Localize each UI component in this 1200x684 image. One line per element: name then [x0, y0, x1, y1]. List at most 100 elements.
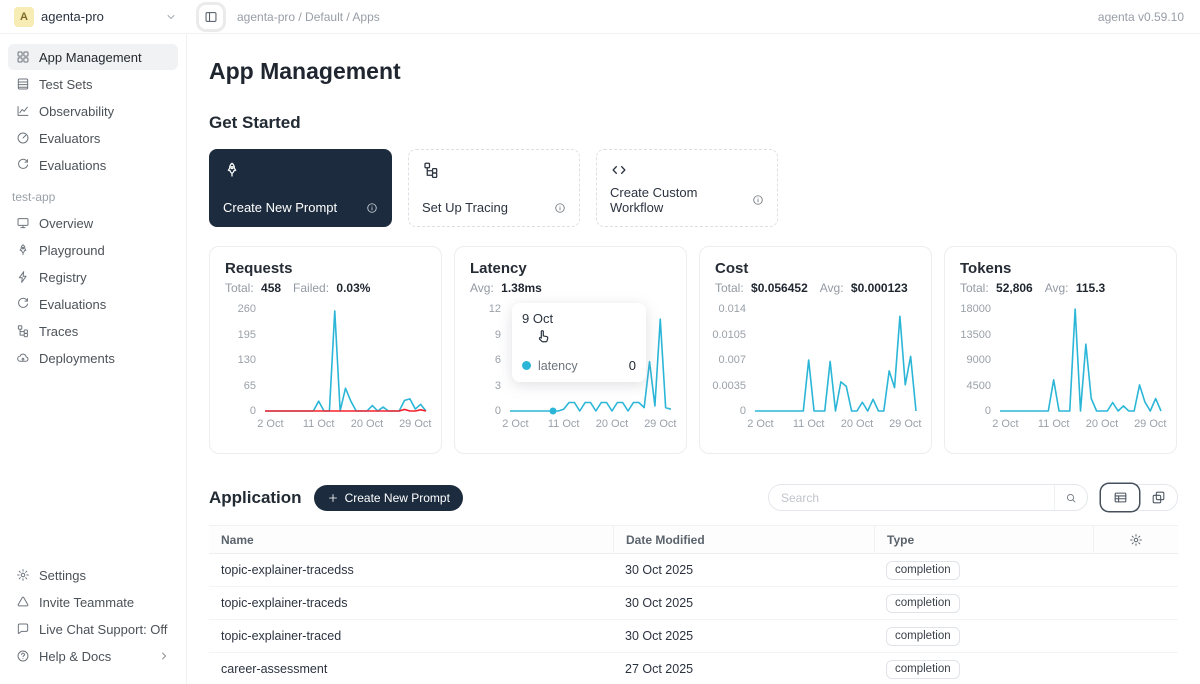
sidebar-item-label: Help & Docs [39, 649, 111, 664]
chart-marker-dot [549, 408, 556, 415]
tree-icon [16, 324, 30, 338]
get-started-card-create-new-prompt[interactable]: Create New Prompt [209, 149, 392, 227]
card-view-icon [1151, 490, 1166, 505]
chart-plot-latency[interactable]: 9 Octlatency0 [510, 309, 671, 411]
chart-stat: Total: $0.056452 [715, 281, 808, 295]
tooltip-date: 9 Oct [522, 311, 636, 326]
table-settings-button[interactable] [1129, 533, 1143, 547]
type-badge: completion [886, 561, 960, 580]
chart-stats: Total: 52,806 Avg: 115.3 [960, 281, 1161, 295]
sidebar-item-registry[interactable]: Registry [8, 264, 178, 290]
column-header-name[interactable]: Name [209, 526, 613, 553]
get-started-card-set-up-tracing[interactable]: Set Up Tracing [408, 149, 580, 227]
type-cell: completion [874, 660, 1093, 679]
sidebar-item-label: Live Chat Support: Off [39, 622, 167, 637]
sidebar-item-label: App Management [39, 50, 142, 65]
sidebar-item-evaluations[interactable]: Evaluations [8, 152, 178, 178]
sidebar-item-settings[interactable]: Settings [8, 562, 178, 588]
applications-table: Name Date Modified Type topic-explainer-… [209, 525, 1178, 684]
column-header-actions [1093, 526, 1178, 553]
search-button[interactable] [1054, 485, 1087, 510]
application-header: Application Create New Prompt [209, 484, 1178, 511]
gear-icon [16, 568, 30, 582]
sidebar-item-overview[interactable]: Overview [8, 210, 178, 236]
sidebar-item-label: Evaluations [39, 158, 106, 173]
refresh-icon [16, 158, 30, 172]
y-axis-labels: 00.00350.0070.01050.014 [715, 309, 755, 411]
get-started-cards: Create New PromptSet Up Tracing Create Cu… [209, 149, 1178, 227]
sidebar-item-app-management[interactable]: App Management [8, 44, 178, 70]
sidebar-item-invite-teammate[interactable]: Invite Teammate [8, 589, 178, 615]
sidebar-item-evaluators[interactable]: Evaluators [8, 125, 178, 151]
app-name-cell: topic-explainer-traced [209, 629, 613, 643]
metrics-row: RequestsTotal: 458Failed: 0.03%065130195… [209, 246, 1178, 454]
app-name-cell: topic-explainer-tracedss [209, 563, 613, 577]
create-new-prompt-label: Create New Prompt [345, 491, 450, 505]
search-input[interactable] [781, 491, 1054, 505]
sidebar-item-label: Deployments [39, 351, 115, 366]
sidebar-section-label: test-app [12, 190, 174, 204]
column-header-date-modified[interactable]: Date Modified [613, 526, 874, 553]
metric-card-tokens: TokensTotal: 52,806Avg: 115.304500900013… [944, 246, 1177, 454]
sidebar-toggle-button[interactable] [199, 5, 223, 29]
gauge-icon [16, 131, 30, 145]
sidebar-item-label: Invite Teammate [39, 595, 134, 610]
y-axis-labels: 065130195260 [225, 309, 265, 411]
chart-plot-tokens[interactable] [1000, 309, 1161, 411]
sidebar-item-observability[interactable]: Observability [8, 98, 178, 124]
chart-stats: Total: $0.056452Avg: $0.000123 [715, 281, 916, 295]
x-axis-labels: 2 Oct11 Oct20 Oct29 Oct [755, 418, 916, 432]
sidebar-item-deployments[interactable]: Deployments [8, 345, 178, 371]
breadcrumb[interactable]: agenta-pro / Default / Apps [237, 10, 380, 24]
x-axis-labels: 2 Oct11 Oct20 Oct29 Oct [510, 418, 671, 432]
table-row[interactable]: career-assessment27 Oct 2025completion [209, 653, 1178, 684]
info-icon[interactable] [752, 194, 764, 206]
column-header-type[interactable]: Type [874, 526, 1093, 553]
main-content: App Management Get Started Create New Pr… [187, 34, 1200, 684]
chat-icon [16, 622, 30, 636]
sidebar-item-evaluations[interactable]: Evaluations [8, 291, 178, 317]
create-new-prompt-button[interactable]: Create New Prompt [314, 485, 463, 511]
table-row[interactable]: topic-explainer-traceds30 Oct 2025comple… [209, 587, 1178, 620]
type-badge: completion [886, 594, 960, 613]
type-badge: completion [886, 660, 960, 679]
chevron-right-icon [158, 650, 170, 662]
chart-title: Latency [470, 260, 671, 277]
chart-plot-cost[interactable] [755, 309, 916, 411]
help-icon [16, 649, 30, 663]
sidebar-item-label: Settings [39, 568, 86, 583]
table-view-button[interactable] [1101, 484, 1139, 511]
sidebar-item-label: Observability [39, 104, 114, 119]
app-name-cell: career-assessment [209, 662, 613, 676]
sidebar-item-playground[interactable]: Playground [8, 237, 178, 263]
table-row[interactable]: topic-explainer-tracedss30 Oct 2025compl… [209, 554, 1178, 587]
info-icon[interactable] [554, 202, 566, 214]
sidebar-item-label: Registry [39, 270, 87, 285]
y-axis-labels: 0450090001350018000 [960, 309, 1000, 411]
rocket-icon [223, 161, 378, 179]
get-started-card-create-custom-workflow[interactable]: Create Custom Workflow [596, 149, 778, 227]
view-toggle [1100, 484, 1178, 511]
chart-plot-requests[interactable] [265, 309, 426, 411]
info-icon[interactable] [366, 202, 378, 214]
bolt-icon [16, 270, 30, 284]
invite-icon [16, 595, 30, 609]
chart-stat: Total: 52,806 [960, 281, 1033, 295]
get-started-card-label: Create Custom Workflow [610, 185, 746, 215]
sidebar-item-test-sets[interactable]: Test Sets [8, 71, 178, 97]
sidebar-item-label: Test Sets [39, 77, 92, 92]
tree-icon [422, 161, 566, 179]
version-label: agenta v0.59.10 [1098, 10, 1200, 24]
cloud-icon [16, 351, 30, 365]
metric-card-cost: CostTotal: $0.056452Avg: $0.00012300.003… [699, 246, 932, 454]
card-view-button[interactable] [1139, 484, 1177, 511]
workspace-selector[interactable]: A agenta-pro [0, 0, 187, 33]
chart-stat: Avg: 115.3 [1045, 281, 1106, 295]
sidebar-item-traces[interactable]: Traces [8, 318, 178, 344]
sidebar-item-help-docs[interactable]: Help & Docs [8, 643, 178, 669]
metric-card-requests: RequestsTotal: 458Failed: 0.03%065130195… [209, 246, 442, 454]
sidebar-item-live-chat-support-off[interactable]: Live Chat Support: Off [8, 616, 178, 642]
type-badge: completion [886, 627, 960, 646]
chart-stats: Total: 458Failed: 0.03% [225, 281, 426, 295]
table-row[interactable]: topic-explainer-traced30 Oct 2025complet… [209, 620, 1178, 653]
